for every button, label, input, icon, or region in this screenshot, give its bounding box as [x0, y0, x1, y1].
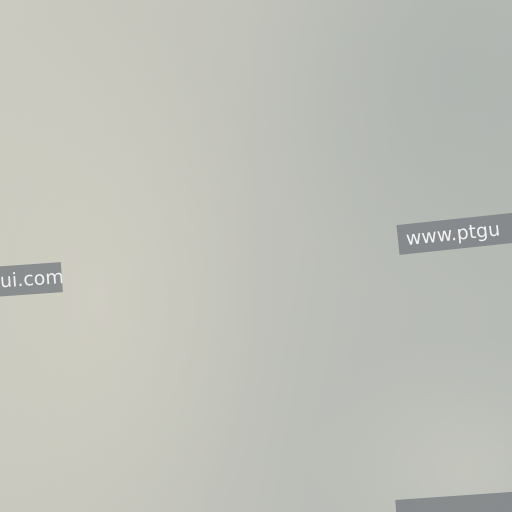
watermark-right-text: www.ptgu	[404, 218, 502, 251]
watermark-bottom	[395, 490, 512, 512]
watermark-right: www.ptgu	[396, 211, 512, 255]
watermark-left-text: ui.com	[0, 266, 63, 293]
sky-photo: ui.com www.ptgu	[0, 0, 512, 512]
watermark-left: ui.com	[0, 262, 63, 297]
